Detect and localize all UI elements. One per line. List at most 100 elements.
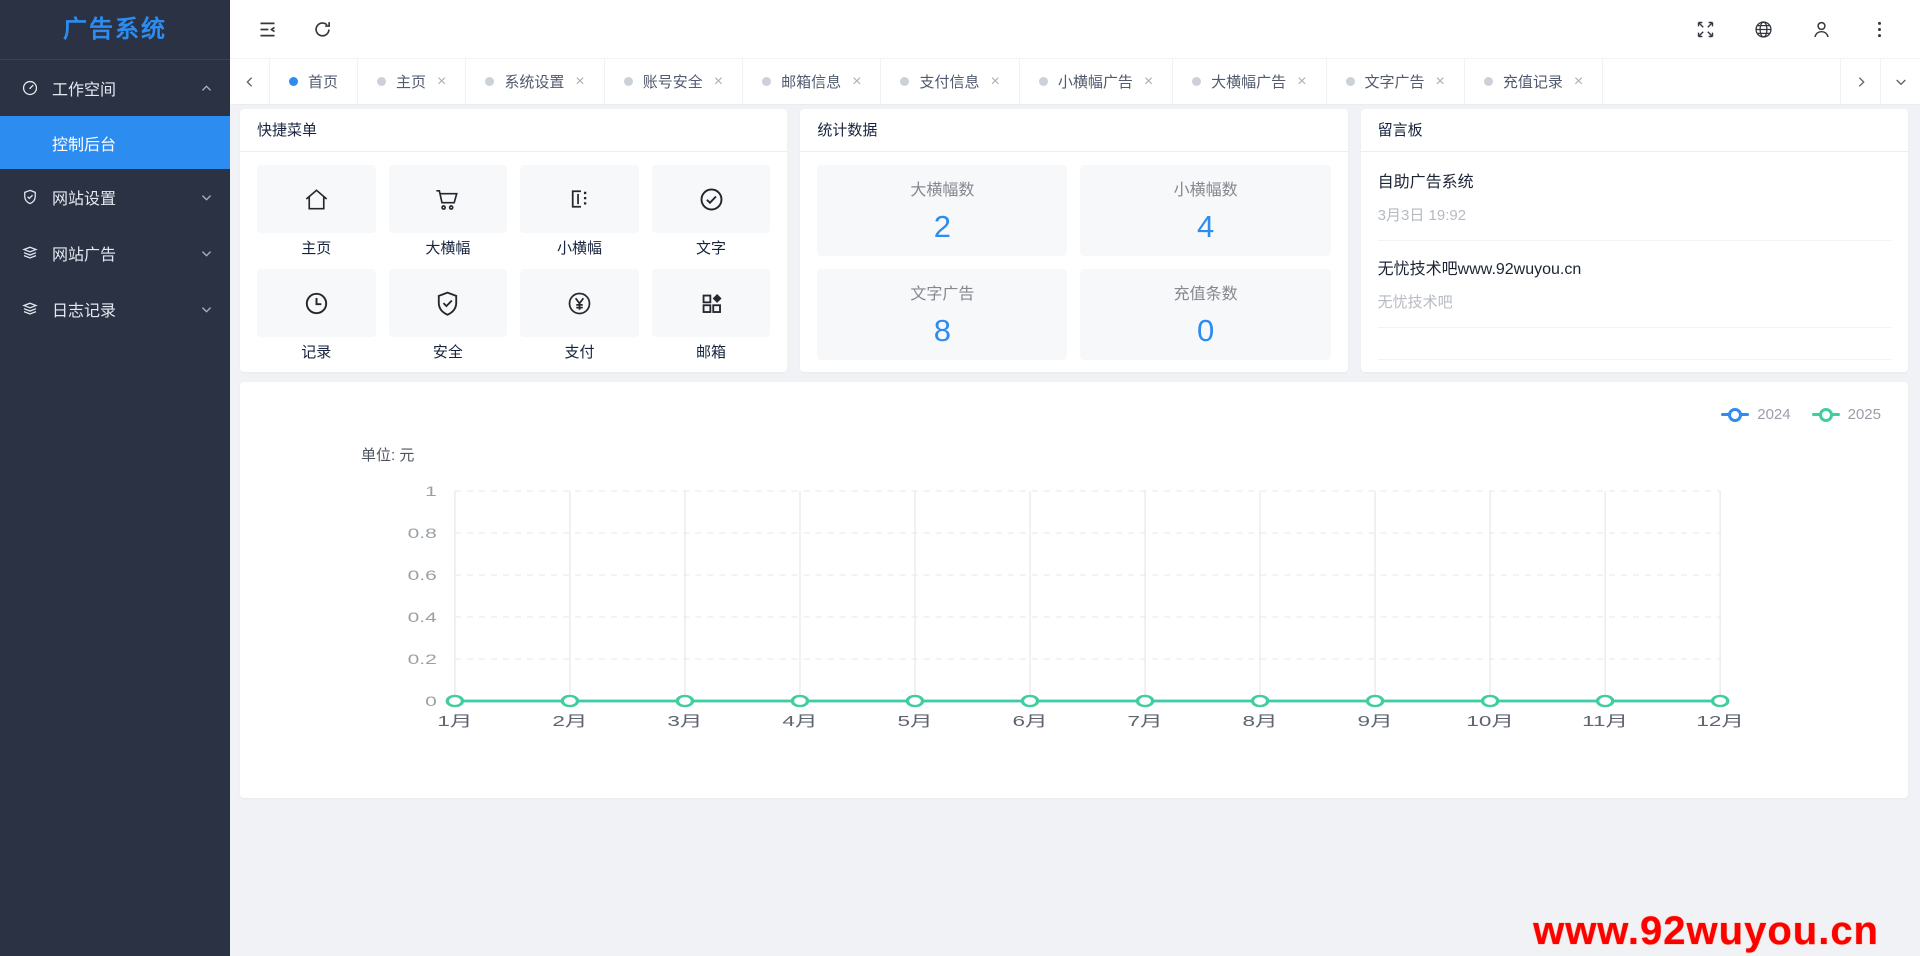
tab-account-security[interactable]: 账号安全 × xyxy=(605,59,743,104)
quick-menu-item-security[interactable]: 安全 xyxy=(389,269,508,363)
quick-menu-item-label: 邮箱 xyxy=(652,342,771,363)
shield-check-icon xyxy=(389,269,508,337)
menu-fold-icon[interactable] xyxy=(257,19,278,40)
topbar xyxy=(230,0,1920,59)
tabs-scroll-left-button[interactable] xyxy=(230,59,270,104)
stat-value: 4 xyxy=(1197,209,1214,245)
tab-email-info[interactable]: 邮箱信息 × xyxy=(743,59,881,104)
stat-label: 小横幅数 xyxy=(1174,176,1238,200)
close-icon[interactable]: × xyxy=(1297,74,1306,90)
layers-icon xyxy=(21,300,39,318)
tab-label: 系统设置 xyxy=(504,71,564,92)
quick-menu-item-records[interactable]: 记录 xyxy=(257,269,376,363)
more-icon[interactable] xyxy=(1869,19,1890,40)
sidebar-item-control-backend[interactable]: 控制后台 xyxy=(0,116,230,169)
sidebar-item-site-ads[interactable]: 网站广告 xyxy=(0,225,230,281)
sidebar-item-label: 日志记录 xyxy=(52,297,199,321)
close-icon[interactable]: × xyxy=(575,74,584,90)
svg-text:9月: 9月 xyxy=(1358,713,1393,729)
sidebar-item-label: 网站广告 xyxy=(52,241,199,265)
tab-label: 账号安全 xyxy=(643,71,703,92)
topbar-right xyxy=(1695,19,1890,40)
close-icon[interactable]: × xyxy=(714,74,723,90)
stat-card-text-ads: 文字广告 8 xyxy=(817,269,1067,360)
tab-status-dot xyxy=(1039,77,1048,86)
close-icon[interactable]: × xyxy=(1574,74,1583,90)
quick-menu-item-label: 支付 xyxy=(520,342,639,363)
tab-status-dot xyxy=(1192,77,1201,86)
tab-system-settings[interactable]: 系统设置 × xyxy=(466,59,604,104)
stat-label: 文字广告 xyxy=(910,280,974,304)
tab-status-dot xyxy=(900,77,909,86)
message-board-panel: 留言板 自助广告系统 3月3日 19:92 无忧技术吧www.92wuyou.c… xyxy=(1361,109,1908,372)
close-icon[interactable]: × xyxy=(437,74,446,90)
stat-label: 大横幅数 xyxy=(910,176,974,200)
line-chart: 1月2月3月4月5月6月7月8月9月10月11月12月00.20.40.60.8… xyxy=(240,382,1908,798)
tab-label: 文字广告 xyxy=(1365,71,1425,92)
quick-menu-item-large-banner[interactable]: 大横幅 xyxy=(389,165,508,259)
globe-icon[interactable] xyxy=(1753,19,1774,40)
message-subtitle: 3月3日 19:92 xyxy=(1378,204,1891,225)
stats-panel: 统计数据 大横幅数 2 小横幅数 4 文字 xyxy=(800,109,1347,372)
panel-title: 快捷菜单 xyxy=(240,109,787,152)
quick-menu-item-label: 安全 xyxy=(389,342,508,363)
tab-label: 支付信息 xyxy=(919,71,979,92)
svg-text:0.4: 0.4 xyxy=(408,609,437,625)
tab-bar: 首页 主页 × 系统设置 × 账号安全 × xyxy=(230,59,1920,105)
quick-menu-item-text[interactable]: 文字 xyxy=(652,165,771,259)
quick-menu-item-label: 小横幅 xyxy=(520,238,639,259)
tab-status-dot xyxy=(762,77,771,86)
message-item: 自助广告系统 3月3日 19:92 xyxy=(1378,154,1891,241)
home-icon xyxy=(257,165,376,233)
message-title: 无忧技术吧www.92wuyou.cn xyxy=(1378,255,1891,279)
tab-recharge-records[interactable]: 充值记录 × xyxy=(1465,59,1603,104)
main-area: 首页 主页 × 系统设置 × 账号安全 × xyxy=(230,0,1920,956)
svg-text:6月: 6月 xyxy=(1012,713,1047,729)
quick-menu-item-payment[interactable]: 支付 xyxy=(520,269,639,363)
message-title: 自助广告系统 xyxy=(1378,168,1891,192)
close-icon[interactable]: × xyxy=(1436,74,1445,90)
quick-menu-item-label: 主页 xyxy=(257,238,376,259)
sidebar-item-site-settings[interactable]: 网站设置 xyxy=(0,169,230,225)
quick-menu-item-home[interactable]: 主页 xyxy=(257,165,376,259)
stat-card-small-banners: 小横幅数 4 xyxy=(1080,165,1330,256)
tabs-menu-button[interactable] xyxy=(1880,59,1920,104)
stat-value: 2 xyxy=(934,209,951,245)
svg-text:10月: 10月 xyxy=(1466,713,1514,729)
quick-menu-item-small-banner[interactable]: 小横幅 xyxy=(520,165,639,259)
svg-text:1: 1 xyxy=(425,483,437,499)
svg-text:3月: 3月 xyxy=(667,713,702,729)
watermark: www.92wuyou.cn xyxy=(1533,909,1879,954)
tab-label: 小横幅广告 xyxy=(1058,71,1133,92)
close-icon[interactable]: × xyxy=(852,74,861,90)
sidebar-item-logs[interactable]: 日志记录 xyxy=(0,281,230,337)
close-icon[interactable]: × xyxy=(990,74,999,90)
close-icon[interactable]: × xyxy=(1144,74,1153,90)
svg-text:12月: 12月 xyxy=(1696,713,1744,729)
fullscreen-icon[interactable] xyxy=(1695,19,1716,40)
tab-main-page[interactable]: 主页 × xyxy=(358,59,466,104)
tab-status-dot xyxy=(624,77,633,86)
shield-check-icon xyxy=(21,188,39,206)
banner-icon xyxy=(520,165,639,233)
tabs-scroll-right-button[interactable] xyxy=(1840,59,1880,104)
tab-home[interactable]: 首页 xyxy=(270,59,358,104)
tab-status-dot xyxy=(485,77,494,86)
user-icon[interactable] xyxy=(1811,19,1832,40)
tab-text-ads[interactable]: 文字广告 × xyxy=(1327,59,1465,104)
tab-label: 充值记录 xyxy=(1503,71,1563,92)
refresh-icon[interactable] xyxy=(312,19,333,40)
tab-list: 首页 主页 × 系统设置 × 账号安全 × xyxy=(270,59,1840,104)
top-panels-row: 快捷菜单 主页 xyxy=(240,109,1908,372)
tab-small-banner-ads[interactable]: 小横幅广告 × xyxy=(1020,59,1173,104)
tab-payment-info[interactable]: 支付信息 × xyxy=(881,59,1019,104)
app-logo: 广告系统 xyxy=(0,0,230,60)
sidebar-item-workspace[interactable]: 工作空间 xyxy=(0,60,230,116)
sidebar-item-label: 网站设置 xyxy=(52,185,199,209)
tab-large-banner-ads[interactable]: 大横幅广告 × xyxy=(1173,59,1326,104)
dashboard-icon xyxy=(21,79,39,97)
stat-value: 8 xyxy=(934,313,951,349)
topbar-left xyxy=(257,19,333,40)
quick-menu-item-mailbox[interactable]: 邮箱 xyxy=(652,269,771,363)
message-item-empty xyxy=(1378,328,1891,360)
